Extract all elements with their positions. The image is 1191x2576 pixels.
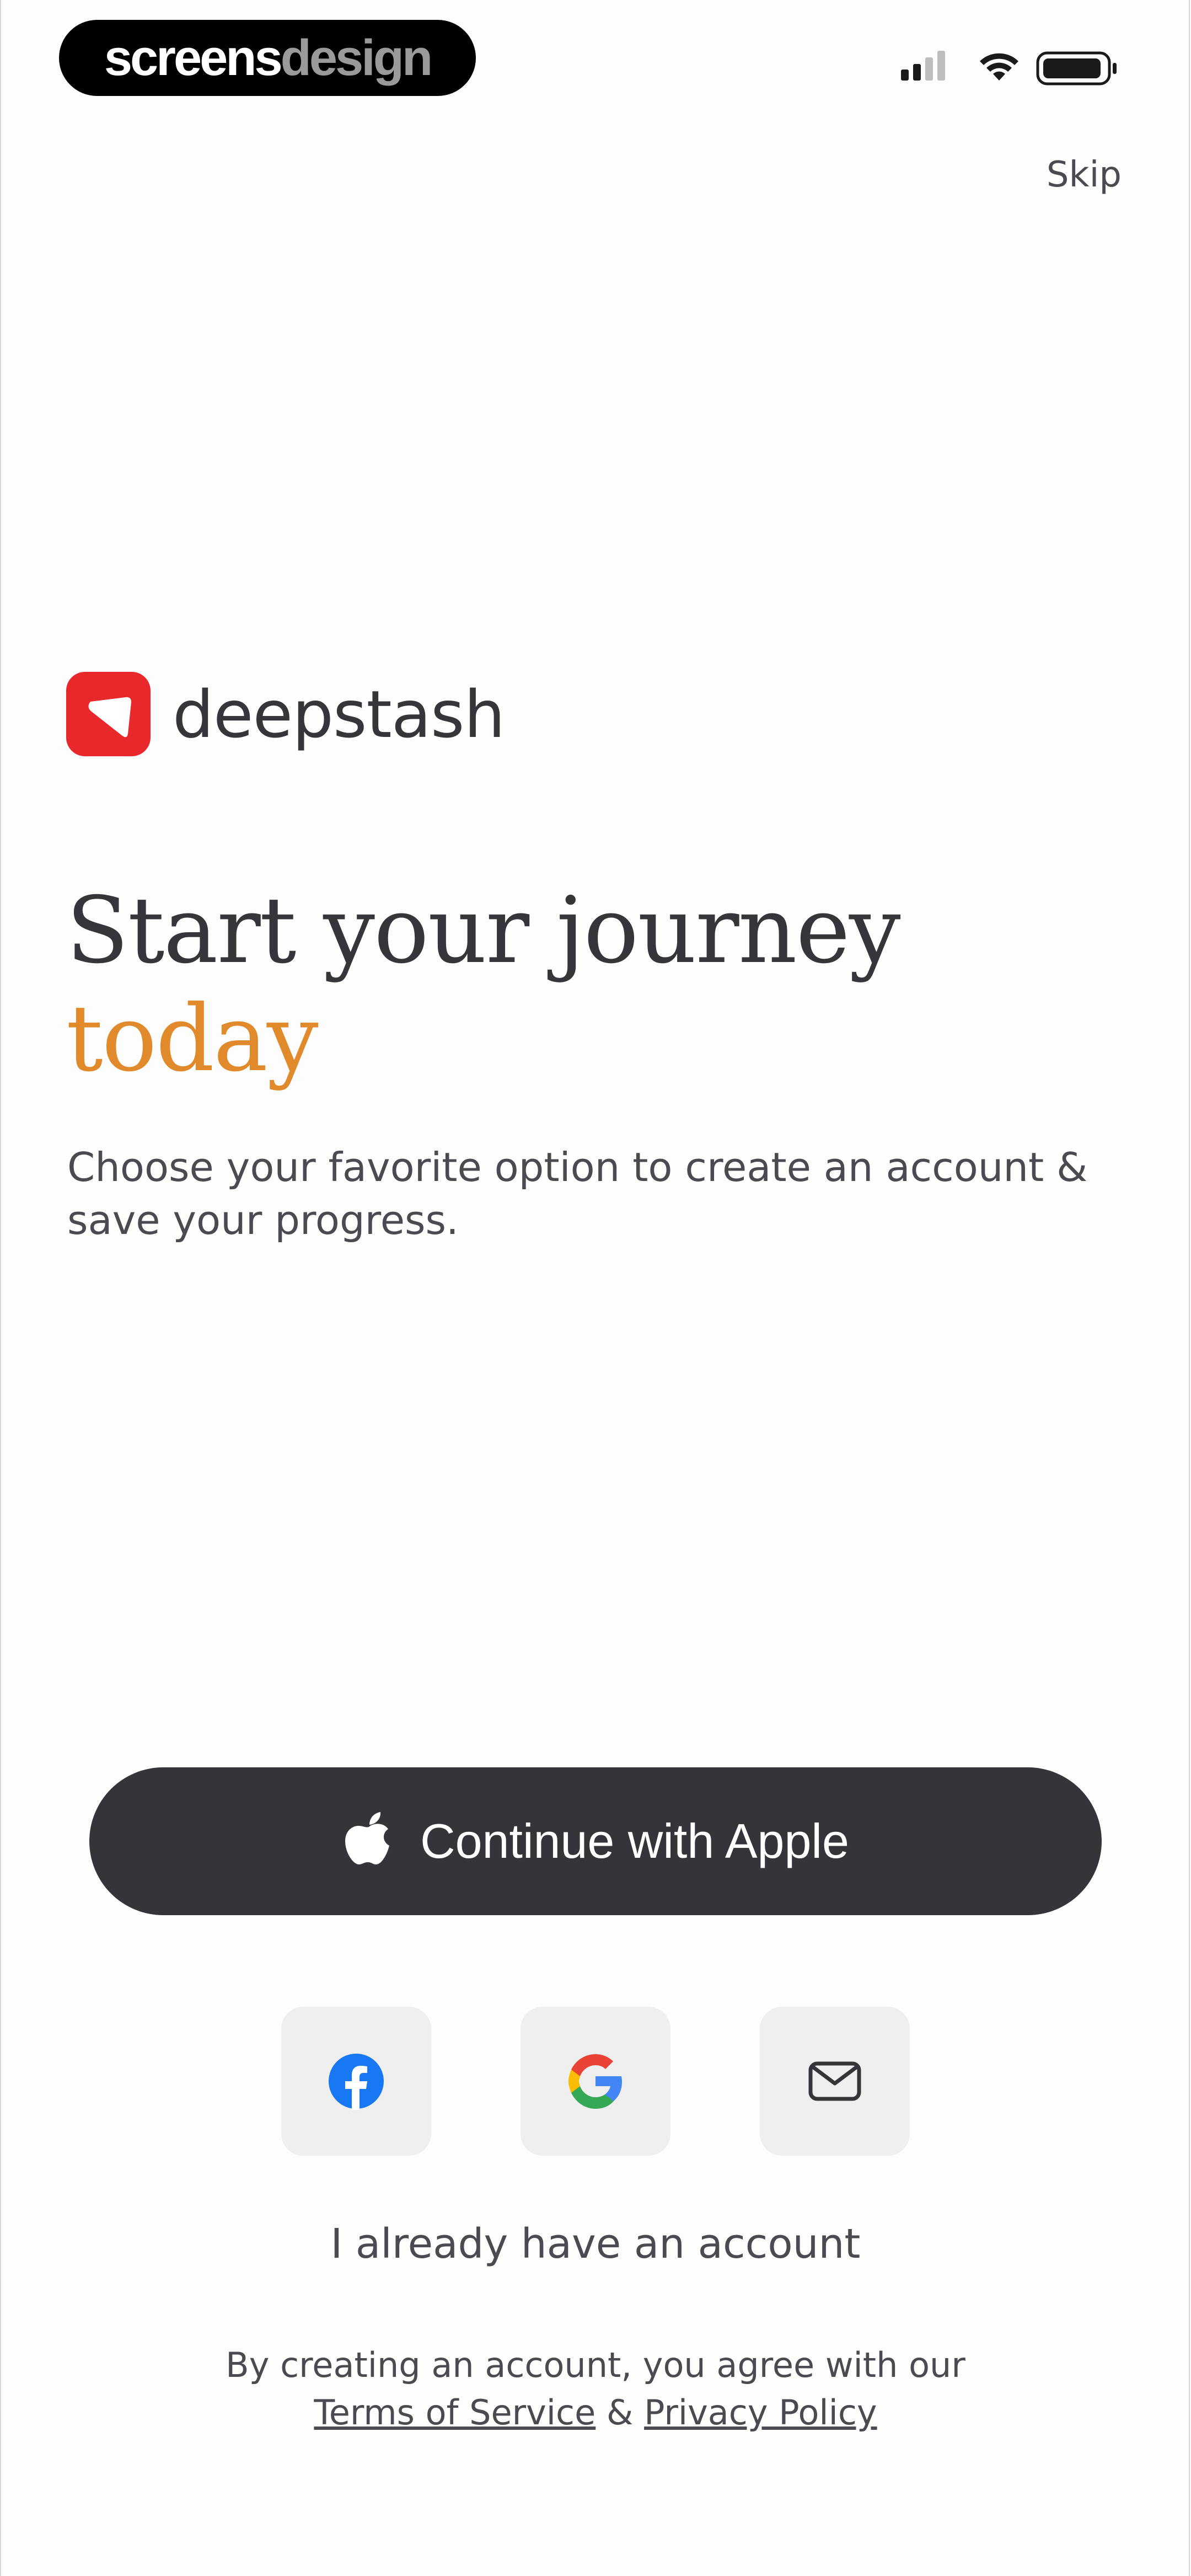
brand-name: deepstash	[173, 676, 505, 752]
already-have-account-link[interactable]: I already have an account	[0, 2220, 1191, 2268]
page-title: Start your journey today	[66, 877, 901, 1093]
wifi-icon	[980, 53, 1018, 81]
terms-of-service-link[interactable]: Terms of Service	[314, 2392, 596, 2433]
legal-prefix: By creating an account, you agree with o…	[226, 2345, 965, 2385]
watermark-text-design: design	[280, 30, 433, 86]
title-accent: today	[66, 986, 319, 1092]
google-icon	[568, 2054, 622, 2109]
title-line-1: Start your journey	[66, 878, 901, 984]
facebook-signin-button[interactable]	[281, 2007, 431, 2156]
google-signin-button[interactable]	[521, 2007, 670, 2156]
privacy-policy-link[interactable]: Privacy Policy	[644, 2392, 877, 2433]
legal-separator: &	[607, 2392, 634, 2433]
email-signin-button[interactable]	[760, 2007, 910, 2156]
apple-button-label: Continue with Apple	[420, 1814, 849, 1868]
apple-icon	[345, 1812, 390, 1864]
screen-frame	[0, 0, 1190, 2576]
cellular-signal-icon	[901, 51, 945, 81]
watermark-text-screens: screens	[104, 30, 283, 86]
brand-logo: deepstash	[66, 672, 505, 756]
facebook-icon	[329, 2054, 384, 2110]
mail-icon	[808, 2061, 861, 2101]
legal-notice: By creating an account, you agree with o…	[0, 2342, 1191, 2436]
deepstash-logo-icon	[66, 672, 151, 756]
continue-with-apple-button[interactable]: Continue with Apple	[89, 1767, 1102, 1915]
watermark-badge: screens design	[59, 20, 476, 96]
status-bar-icons	[899, 49, 1125, 87]
skip-button[interactable]: Skip	[1047, 154, 1122, 195]
battery-icon	[1036, 51, 1117, 85]
page-subtitle: Choose your favorite option to create an…	[67, 1144, 1088, 1243]
